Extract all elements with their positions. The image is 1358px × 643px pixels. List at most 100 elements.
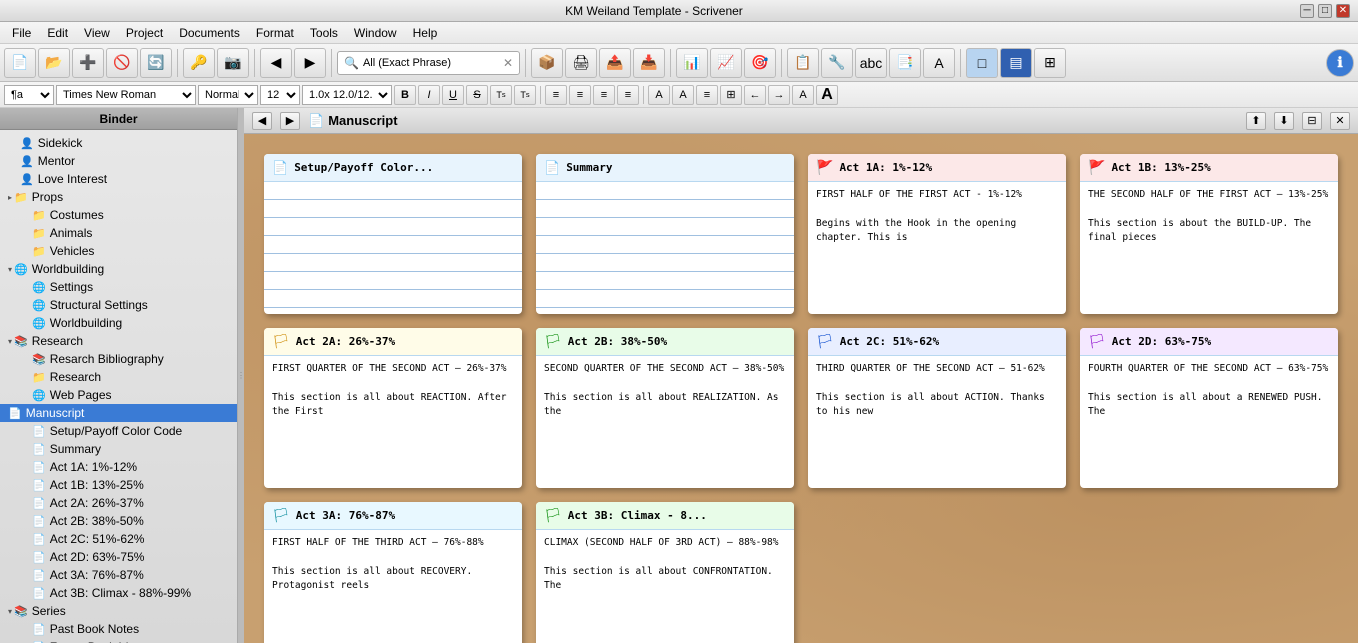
print-button[interactable]: 🖨 [565,48,597,78]
font-size-select[interactable]: 12 [260,85,300,105]
import-button[interactable]: 📥 [633,48,665,78]
view2-button[interactable]: ▤ [1000,48,1032,78]
sidebar-item-research[interactable]: 📁 Research [0,368,237,386]
sidebar-item-props[interactable]: ▸ 📁 Props [0,188,237,206]
sync-button[interactable]: 🔄 [140,48,172,78]
binder-content[interactable]: 👤 Sidekick 👤 Mentor 👤 Love Interest ▸ 📁 … [0,130,237,643]
sidebar-item-act2c[interactable]: 📄 Act 2C: 51%-62% [0,530,237,548]
menu-view[interactable]: View [76,24,118,42]
menu-window[interactable]: Window [346,24,405,42]
target-button[interactable]: 🎯 [744,48,776,78]
sidebar-item-future-book-ideas[interactable]: 📄 Future Book Ideas [0,638,237,643]
chart-button[interactable]: 📊 [676,48,708,78]
sidebar-item-research-section[interactable]: ▾ 📚 Research [0,332,237,350]
sidebar-item-summary[interactable]: 📄 Summary [0,440,237,458]
align-right-button[interactable]: ≡ [593,85,615,105]
sidebar-item-animals[interactable]: 📁 Animals [0,224,237,242]
menu-file[interactable]: File [4,24,39,42]
snapshot-button[interactable]: 📷 [217,48,249,78]
sidebar-item-worldbuilding[interactable]: ▾ 🌐 Worldbuilding [0,260,237,278]
sidebar-item-series[interactable]: ▾ 📚 Series [0,602,237,620]
sidebar-item-act1a[interactable]: 📄 Act 1A: 1%-12% [0,458,237,476]
forward-button[interactable]: ▶ [294,48,326,78]
compile-button[interactable]: 📦 [531,48,563,78]
menu-edit[interactable]: Edit [39,24,76,42]
sidebar-item-sidekick[interactable]: 👤 Sidekick [0,134,237,152]
sidebar-item-web-pages[interactable]: 🌐 Web Pages [0,386,237,404]
italic-button[interactable]: I [418,85,440,105]
menu-format[interactable]: Format [248,24,302,42]
highlight-button[interactable]: A [672,85,694,105]
bold-button[interactable]: B [394,85,416,105]
sidebar-item-mentor[interactable]: 👤 Mentor [0,152,237,170]
sidebar-item-vehicles[interactable]: 📁 Vehicles [0,242,237,260]
doc-view-button[interactable]: 📑 [889,48,921,78]
sidebar-item-act3b[interactable]: 📄 Act 3B: Climax - 88%-99% [0,584,237,602]
nav-back-button[interactable]: ◀ [252,112,272,130]
style-select[interactable]: ¶a [4,85,54,105]
table-button[interactable]: ⊞ [720,85,742,105]
minimize-button[interactable]: ─ [1300,4,1314,18]
list-button[interactable]: ≡ [696,85,718,105]
menu-help[interactable]: Help [405,24,446,42]
sidebar-item-act2b[interactable]: 📄 Act 2B: 38%-50% [0,512,237,530]
close-button[interactable]: ✕ [1336,4,1350,18]
card-act2d[interactable]: 🏳 Act 2D: 63%-75% FOURTH QUARTER OF THE … [1080,328,1338,488]
view1-button[interactable]: □ [966,48,998,78]
wrench-button[interactable]: 🔧 [821,48,853,78]
sidebar-item-research-bibliography[interactable]: 📚 Resarch Bibliography [0,350,237,368]
add-button[interactable]: ➕ [72,48,104,78]
info-button[interactable]: ℹ [1326,49,1354,77]
close-pane-button[interactable]: ✕ [1330,112,1350,130]
superscript-button[interactable]: Ts [490,85,512,105]
expand-down-button[interactable]: ⬇ [1274,112,1294,130]
card-act3b[interactable]: 🏳 Act 3B: Climax - 8... CLIMAX (SECOND H… [536,502,794,643]
export-button[interactable]: 📤 [599,48,631,78]
corkboard[interactable]: 📄 Setup/Payoff Color... 📄 Summary [244,134,1358,643]
chart2-button[interactable]: 📈 [710,48,742,78]
sidebar-item-setup-payoff[interactable]: 📄 Setup/Payoff Color Code [0,422,237,440]
sidebar-item-settings[interactable]: 🌐 Settings [0,278,237,296]
open-button[interactable]: 📂 [38,48,70,78]
search-clear-icon[interactable]: ✕ [503,56,513,70]
strikethrough-button[interactable]: S [466,85,488,105]
view3-button[interactable]: ⊞ [1034,48,1066,78]
sidebar-item-love-interest[interactable]: 👤 Love Interest [0,170,237,188]
sidebar-item-costumes[interactable]: 📁 Costumes [0,206,237,224]
font-family-select[interactable]: Times New Roman [56,85,196,105]
maximize-button[interactable]: □ [1318,4,1332,18]
sidebar-item-act2a[interactable]: 📄 Act 2A: 26%-37% [0,494,237,512]
spellcheck-button[interactable]: abc [855,48,887,78]
search-input[interactable] [363,57,503,69]
key-button[interactable]: 🔑 [183,48,215,78]
expand-up-button[interactable]: ⬆ [1246,112,1266,130]
text-scale-button[interactable]: A [816,85,838,105]
text-button[interactable]: A [923,48,955,78]
align-left-button[interactable]: ≡ [545,85,567,105]
subscript-button[interactable]: Ts [514,85,536,105]
back-button[interactable]: ◀ [260,48,292,78]
card-act2c[interactable]: 🏳 Act 2C: 51%-62% THIRD QUARTER OF THE S… [808,328,1066,488]
indent-inc-button[interactable]: → [768,85,790,105]
menu-tools[interactable]: Tools [302,24,346,42]
align-center-button[interactable]: ≡ [569,85,591,105]
card-summary[interactable]: 📄 Summary [536,154,794,314]
indent-dec-button[interactable]: ← [744,85,766,105]
underline-button[interactable]: U [442,85,464,105]
sidebar-item-manuscript[interactable]: 📄 Manuscript [0,404,237,422]
split-button[interactable]: ⊟ [1302,112,1322,130]
sidebar-item-worldbuilding2[interactable]: 🌐 Worldbuilding [0,314,237,332]
menu-project[interactable]: Project [118,24,171,42]
sidebar-item-act1b[interactable]: 📄 Act 1B: 13%-25% [0,476,237,494]
align-justify-button[interactable]: ≡ [617,85,639,105]
sidebar-item-act2d[interactable]: 📄 Act 2D: 63%-75% [0,548,237,566]
card-act2a[interactable]: 🏳 Act 2A: 26%-37% FIRST QUARTER OF THE S… [264,328,522,488]
search-box[interactable]: 🔍 ✕ [337,51,520,75]
line-spacing-select[interactable]: 1.0x 12.0/12.0 [302,85,392,105]
text-size-button[interactable]: A [792,85,814,105]
font-color-button[interactable]: A [648,85,670,105]
new-doc-button[interactable]: 📄 [4,48,36,78]
nav-forward-button[interactable]: ▶ [280,112,300,130]
sidebar-item-past-book-notes[interactable]: 📄 Past Book Notes [0,620,237,638]
card-act2b[interactable]: 🏳 Act 2B: 38%-50% SECOND QUARTER OF THE … [536,328,794,488]
